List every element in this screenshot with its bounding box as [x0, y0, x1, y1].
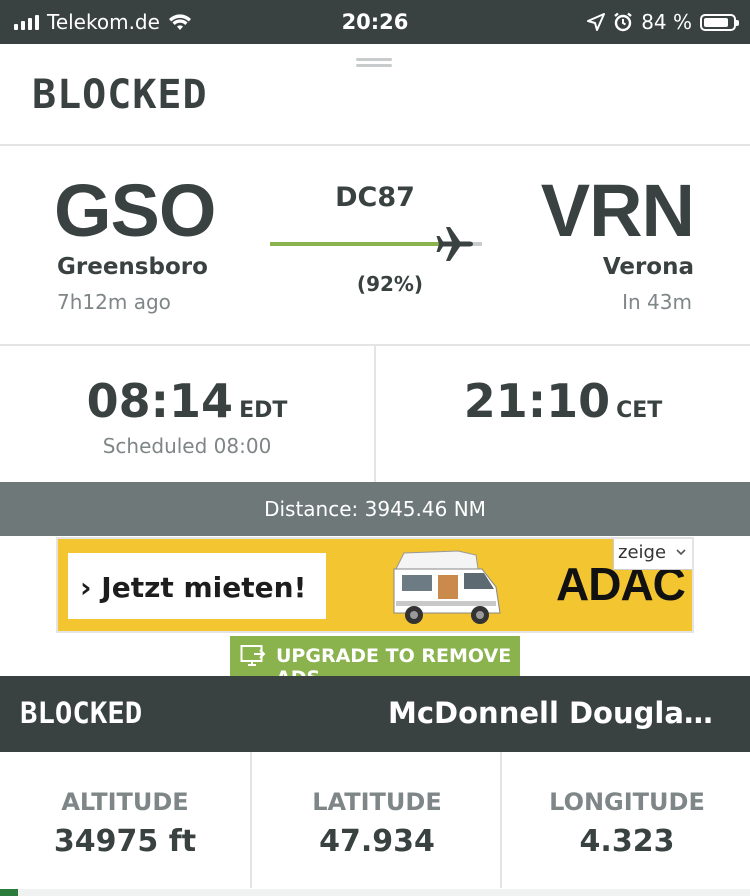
- route-section: GSO Greensboro 7h12m ago DC87 (92%) VRN …: [0, 146, 750, 346]
- departure-scheduled: Scheduled 08:00: [102, 434, 272, 458]
- alarm-icon: [614, 12, 632, 32]
- ad-tag-label: zeige: [618, 542, 667, 563]
- aircraft-type: McDonnell Douglas D...: [388, 696, 728, 730]
- ad-cta-button[interactable]: › Jetzt mieten!: [68, 553, 326, 619]
- departure-time: 08:14: [86, 374, 234, 428]
- status-bar: Telekom.de 20:26 84 %: [0, 0, 750, 44]
- longitude-label: LONGITUDE: [549, 788, 705, 816]
- departure-time-cell: 08:14 EDT Scheduled 08:00: [0, 346, 376, 482]
- chevron-down-icon: [676, 549, 686, 556]
- drag-handle[interactable]: [356, 58, 392, 67]
- bottom-edge: [0, 889, 750, 896]
- ad-cta-label: › Jetzt mieten!: [80, 571, 307, 604]
- altitude-value: 34975 ft: [53, 824, 197, 859]
- destination-city: Verona: [602, 254, 694, 280]
- latitude-label: LATITUDE: [312, 788, 442, 816]
- destination-code: VRN: [540, 169, 695, 252]
- departure-timezone: EDT: [239, 398, 288, 423]
- page-title: BLOCKED: [32, 72, 208, 118]
- latitude-value: 47.934: [319, 824, 435, 859]
- longitude-stat: LONGITUDE 4.323: [500, 752, 750, 888]
- longitude-value: 4.323: [579, 824, 675, 859]
- progress-fill: [270, 242, 447, 246]
- ad-choices-tag[interactable]: zeige: [613, 539, 692, 570]
- aircraft-bar: BLOCKED McDonnell Douglas D...: [0, 676, 750, 752]
- altitude-label: ALTITUDE: [61, 788, 189, 816]
- location-arrow-icon: [587, 13, 606, 31]
- airplane-icon: [436, 227, 473, 261]
- arrival-timezone: CET: [616, 398, 663, 423]
- flight-stats: ALTITUDE 34975 ft LATITUDE 47.934 LONGIT…: [0, 752, 750, 896]
- ad-banner[interactable]: › Jetzt mieten! ADAC zeige: [56, 537, 694, 633]
- latitude-stat: LATITUDE 47.934: [250, 752, 502, 888]
- arrival-time: 21:10: [463, 374, 611, 428]
- upgrade-remove-ads-button[interactable]: UPGRADE TO REMOVE ADS: [230, 636, 520, 689]
- times-section: 08:14 EDT Scheduled 08:00 21:10 CET: [0, 346, 750, 482]
- arrival-time-cell: 21:10 CET: [376, 346, 750, 482]
- distance-bar: Distance: 3945.46 NM: [0, 482, 750, 536]
- battery-percent: 84 %: [641, 10, 692, 34]
- altitude-stat: ALTITUDE 34975 ft: [0, 752, 250, 888]
- aircraft-status: BLOCKED: [20, 696, 143, 730]
- status-right: 84 %: [587, 0, 739, 44]
- camper-van-image: [393, 550, 501, 624]
- monitor-icon: [240, 645, 266, 666]
- destination-relative-time: In 43m: [622, 290, 692, 314]
- battery-icon: [700, 13, 739, 31]
